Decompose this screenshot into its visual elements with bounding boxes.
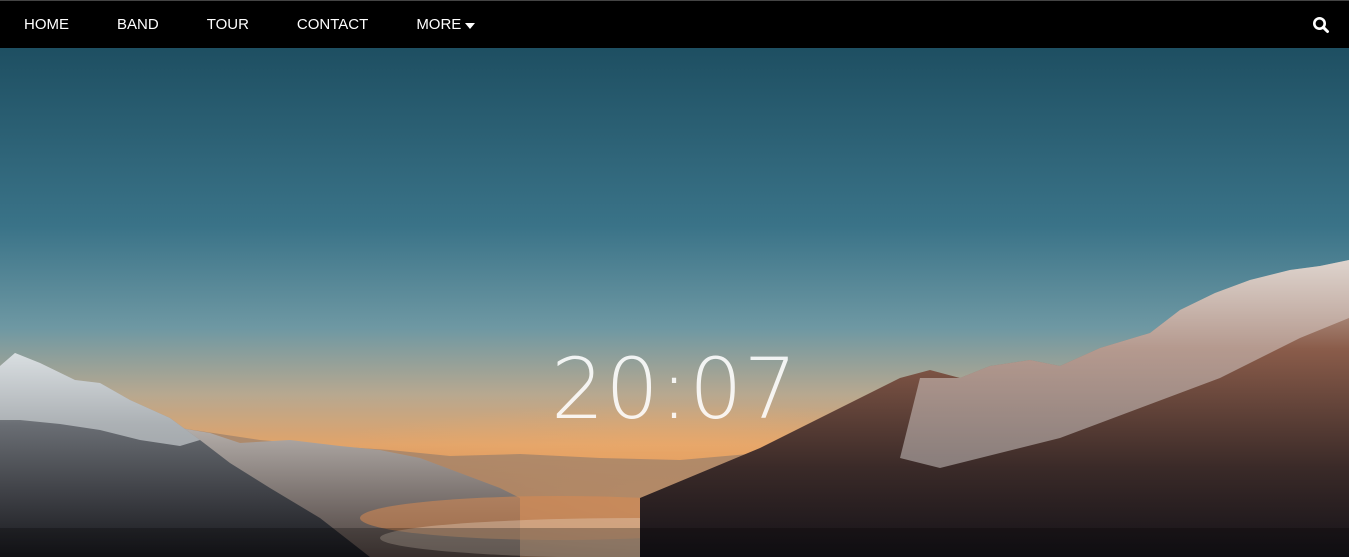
nav-more-dropdown[interactable]: MORE xyxy=(392,1,499,48)
nav-tour[interactable]: TOUR xyxy=(183,1,273,48)
clock-time: 20:07 xyxy=(550,340,799,438)
nav-more-label: MORE xyxy=(416,16,462,33)
search-icon xyxy=(1313,17,1329,33)
mountain-landscape-image xyxy=(0,48,1349,557)
search-button[interactable] xyxy=(1309,13,1333,37)
nav-home[interactable]: HOME xyxy=(0,1,93,48)
nav-contact[interactable]: CONTACT xyxy=(273,1,392,48)
nav-band[interactable]: BAND xyxy=(93,1,183,48)
hero-banner: 20:07 xyxy=(0,48,1349,557)
top-navbar: HOME BAND TOUR CONTACT MORE xyxy=(0,0,1349,48)
caret-down-icon xyxy=(465,22,476,29)
